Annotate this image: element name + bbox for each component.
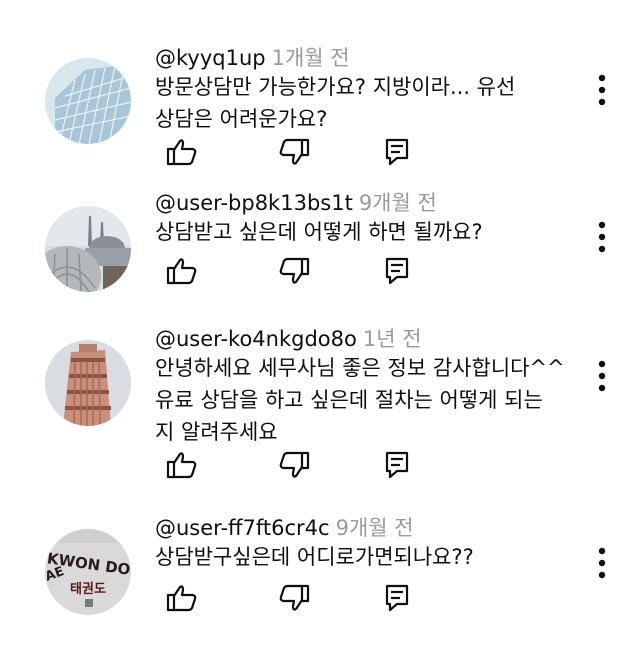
comment-text-line: 상담은 어려운가요?: [155, 107, 328, 131]
comment-time[interactable]: 9개월 전: [359, 191, 437, 215]
comment-header: @user-bp8k13bs1t 9개월 전: [155, 189, 437, 217]
dislike-icon[interactable]: [278, 450, 310, 480]
avatar-logo-text: 태권도: [70, 582, 106, 597]
comment-text: 상담받고 싶은데 어떻게 하면 될까요?: [155, 216, 585, 248]
dislike-icon[interactable]: [278, 256, 310, 286]
more-vert-icon[interactable]: [592, 545, 612, 581]
comment-text: 상담받구싶은데 어디로가면되나요??: [155, 541, 585, 573]
dislike-icon[interactable]: [278, 137, 310, 167]
comment-header: @user-ff7ft6cr4c 9개월 전: [155, 514, 414, 542]
comment-text-line: 상담받구싶은데 어디로가면되나요??: [155, 545, 474, 569]
dislike-icon[interactable]: [278, 583, 310, 613]
more-vert-icon[interactable]: [592, 219, 612, 255]
comment-text-line: 방문상담만 가능한가요? 지방이라... 유선: [155, 75, 516, 99]
like-icon[interactable]: [166, 256, 198, 286]
comment-time[interactable]: 9개월 전: [336, 516, 414, 540]
avatar[interactable]: [45, 206, 131, 292]
like-icon[interactable]: [166, 137, 198, 167]
comment-text-line: 상담받고 싶은데 어떻게 하면 될까요?: [155, 220, 483, 244]
reply-icon[interactable]: [384, 450, 416, 480]
comment-author[interactable]: @user-bp8k13bs1t: [155, 191, 353, 215]
like-icon[interactable]: [166, 450, 198, 480]
comment-author[interactable]: @kyyq1up: [155, 46, 266, 70]
comment-author[interactable]: @user-ff7ft6cr4c: [155, 516, 330, 540]
comment-text-line: 유료 상담을 하고 싶은데 절차는 어떻게 되는: [155, 388, 543, 412]
comment-author[interactable]: @user-ko4nkgdo8o: [155, 327, 357, 351]
comment-time[interactable]: 1개월 전: [272, 46, 350, 70]
avatar[interactable]: [45, 340, 131, 426]
comment-header: @kyyq1up 1개월 전: [155, 44, 350, 72]
avatar[interactable]: KWON DO AE 태권도: [45, 529, 131, 615]
comment-text-line: 지 알려주세요: [155, 420, 278, 444]
like-icon[interactable]: [166, 583, 198, 613]
avatar[interactable]: [45, 58, 131, 144]
more-vert-icon[interactable]: [592, 358, 612, 394]
comment-text: 방문상담만 가능한가요? 지방이라... 유선 상담은 어려운가요?: [155, 71, 585, 135]
more-vert-icon[interactable]: [592, 72, 612, 108]
reply-icon[interactable]: [384, 583, 416, 613]
comment-text-line: 안녕하세요 세무사님 좋은 정보 감사합니다^^: [155, 356, 565, 380]
reply-icon[interactable]: [384, 137, 416, 167]
reply-icon[interactable]: [384, 256, 416, 286]
comment-time[interactable]: 1년 전: [363, 327, 422, 351]
comment-header: @user-ko4nkgdo8o 1년 전: [155, 325, 422, 353]
comment-text: 안녕하세요 세무사님 좋은 정보 감사합니다^^ 유료 상담을 하고 싶은데 절…: [155, 352, 585, 448]
